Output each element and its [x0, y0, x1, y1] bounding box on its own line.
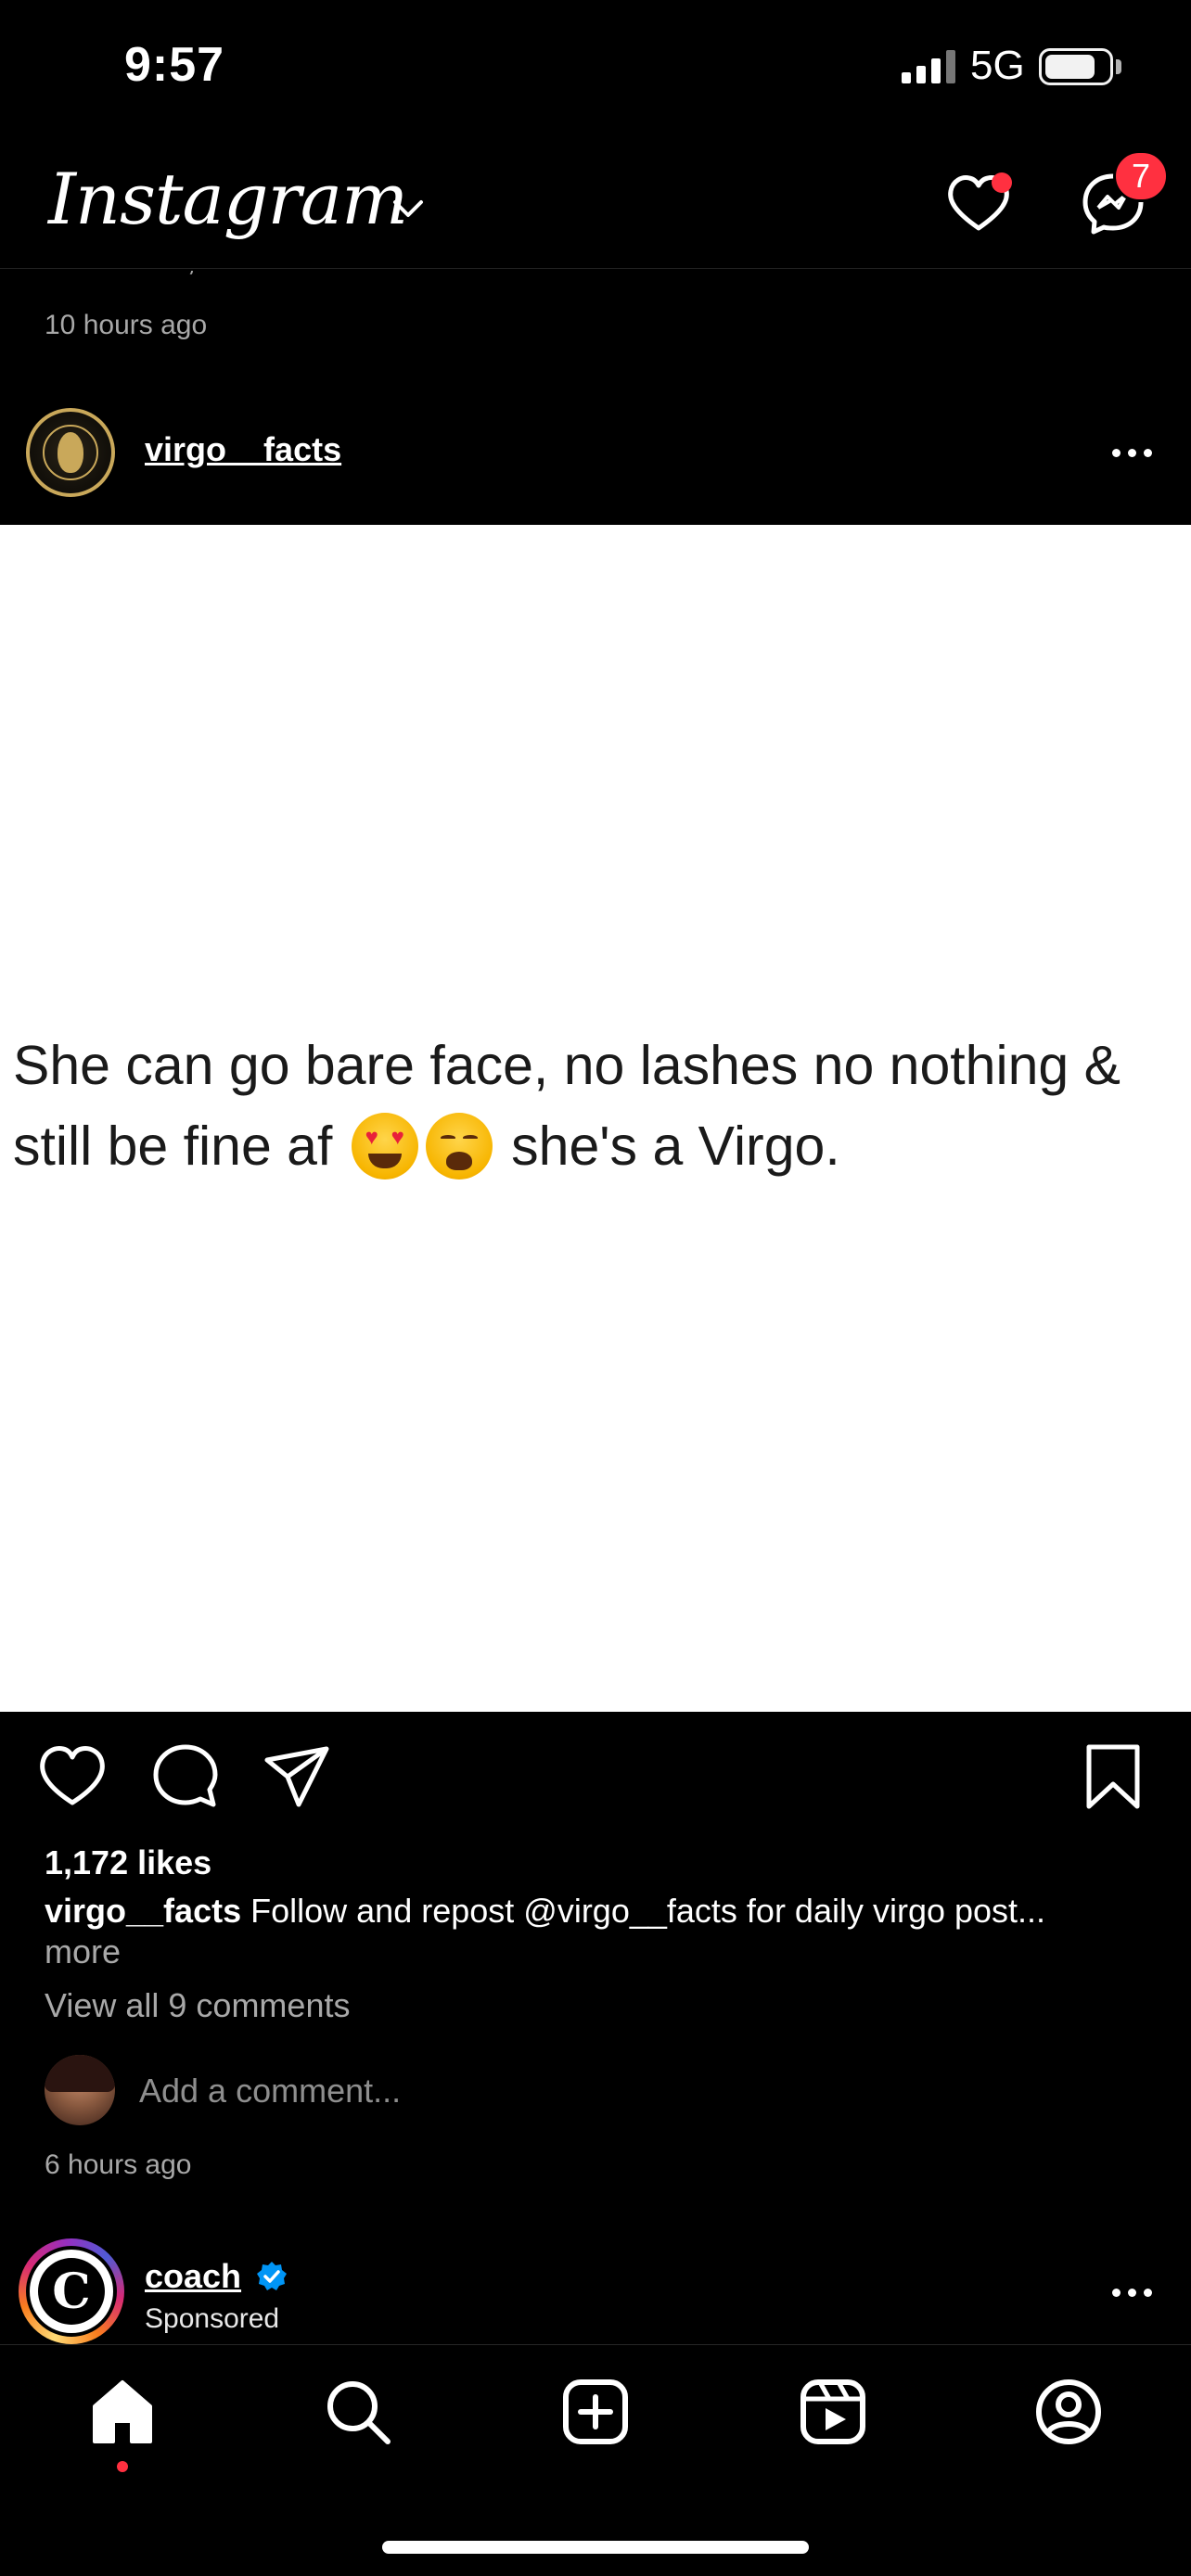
post-image-text-end: she's a Virgo.: [511, 1116, 840, 1177]
battery-icon: [1039, 48, 1113, 85]
battery-tip: [1116, 59, 1121, 74]
caption-more-link[interactable]: more: [45, 1932, 121, 1971]
chevron-down-icon[interactable]: [390, 195, 427, 223]
sponsored-label: Sponsored: [145, 2303, 280, 2334]
heart-eyes-emoji: ♥ ♥: [351, 1113, 418, 1180]
create-icon[interactable]: [558, 2375, 633, 2449]
home-icon[interactable]: [85, 2375, 160, 2449]
battery-fill: [1045, 55, 1095, 79]
post-image[interactable]: She can go bare face, no lashes no nothi…: [0, 525, 1191, 1712]
home-indicator[interactable]: [382, 2541, 809, 2554]
view-comments-link[interactable]: View all 9 comments: [45, 1986, 350, 2025]
post-image-text: She can go bare face, no lashes no nothi…: [13, 1026, 1191, 1187]
avatar[interactable]: [26, 408, 115, 497]
next-post-username[interactable]: coach: [145, 2257, 241, 2296]
network-type: 5G: [970, 43, 1025, 88]
profile-icon[interactable]: [1031, 2375, 1106, 2449]
caption-username[interactable]: virgo__facts: [45, 1892, 241, 1930]
comment-icon[interactable]: [148, 1740, 223, 1814]
app-header: Instagram 7: [0, 139, 1191, 269]
weary-face-emoji: [425, 1113, 493, 1180]
more-options-icon[interactable]: [1104, 434, 1159, 471]
post-header: virgo__facts: [0, 389, 1191, 510]
verified-badge-icon: [257, 2262, 287, 2290]
post-username[interactable]: virgo__facts: [145, 430, 341, 469]
status-bar: 9:57 5G: [0, 0, 1191, 139]
post-actions: [0, 1712, 1191, 1842]
caption: virgo__facts Follow and repost @virgo__f…: [45, 1892, 1158, 1931]
messages-badge: 7: [1113, 150, 1169, 202]
bookmark-icon[interactable]: [1076, 1740, 1150, 1814]
avatar: [45, 2055, 115, 2125]
signal-strength-icon: [902, 50, 957, 83]
home-active-dot: [117, 2461, 128, 2472]
instagram-logo[interactable]: Instagram: [48, 158, 408, 240]
avatar[interactable]: C: [26, 2246, 117, 2337]
add-comment-input[interactable]: Add a comment...: [139, 2072, 401, 2111]
likes-count[interactable]: 1,172 likes: [45, 1843, 211, 1882]
status-time: 9:57: [124, 38, 225, 92]
caption-text: Follow and repost @virgo__facts for dail…: [250, 1892, 1046, 1930]
share-icon[interactable]: [260, 1740, 334, 1814]
post-time: 6 hours ago: [45, 2149, 192, 2180]
more-options-icon[interactable]: [1104, 2274, 1159, 2311]
like-heart-icon[interactable]: [35, 1740, 109, 1814]
previous-post-time: 10 hours ago: [45, 310, 208, 340]
reels-icon[interactable]: [796, 2375, 870, 2449]
search-icon[interactable]: [321, 2375, 395, 2449]
coach-logo-icon: C: [38, 2258, 105, 2325]
activity-dot: [992, 172, 1012, 193]
